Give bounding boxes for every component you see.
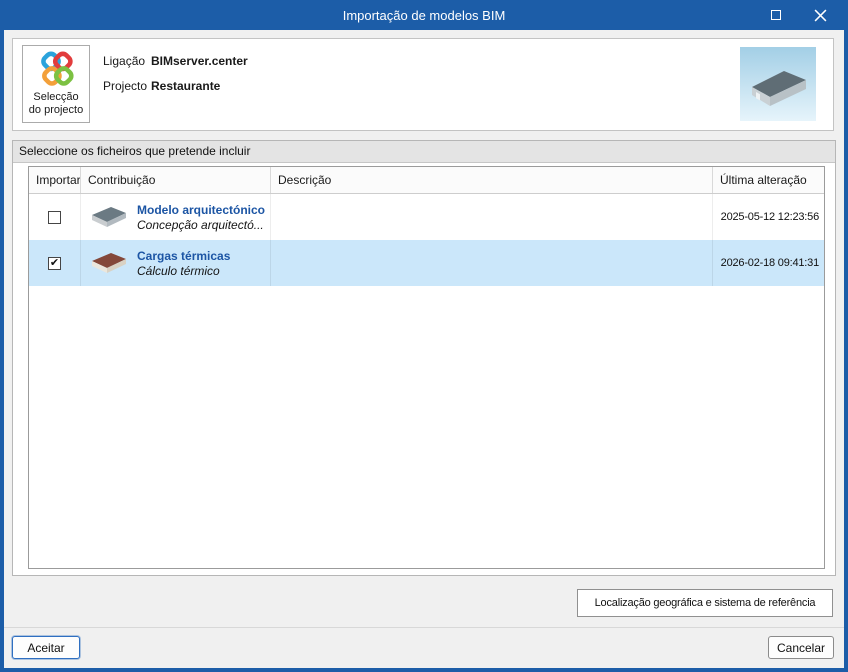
- contribution-name: Modelo arquitectónico: [137, 202, 266, 217]
- contribution-subtitle: Cálculo térmico: [137, 263, 220, 278]
- project-field: Projecto Restaurante: [103, 79, 220, 93]
- files-table: Importar Contribuição Descrição Última a…: [28, 166, 825, 569]
- titlebar[interactable]: Importação de modelos BIM: [0, 0, 848, 30]
- import-cell: ✔: [29, 240, 81, 286]
- column-header-import[interactable]: Importar: [29, 167, 81, 193]
- import-checkbox-checked[interactable]: ✔: [48, 256, 61, 270]
- contribution-subtitle: Concepção arquitectó...: [137, 217, 264, 232]
- close-icon: [814, 9, 826, 21]
- maximize-icon: [771, 10, 781, 20]
- connection-value: BIMserver.center: [151, 54, 248, 68]
- model-thumbnail: [740, 47, 816, 121]
- project-selection-button[interactable]: Selecção do projecto: [22, 45, 90, 123]
- window-controls: [754, 0, 842, 30]
- section-title: Seleccione os ficheiros que pretende inc…: [13, 141, 835, 163]
- project-panel: Selecção do projecto Ligação BIMserver.c…: [12, 38, 834, 131]
- contribution-text: Cargas térmicas Cálculo térmico: [137, 249, 230, 278]
- column-header-contribution[interactable]: Contribuição: [81, 167, 271, 193]
- bottom-separator: [4, 627, 844, 628]
- import-cell: [29, 194, 81, 240]
- cancel-button[interactable]: Cancelar: [768, 636, 834, 659]
- project-button-line2: do projecto: [28, 104, 84, 116]
- last-modified-cell: 2025-05-12 12:23:56: [720, 211, 820, 223]
- connection-label: Ligação: [103, 54, 146, 68]
- gray-slab-model-icon: [92, 206, 126, 227]
- column-header-last-modified[interactable]: Última alteração: [713, 167, 824, 193]
- table-header-row: Importar Contribuição Descrição Última a…: [29, 167, 824, 194]
- project-label: Projecto: [103, 79, 148, 93]
- project-value: Restaurante: [151, 79, 221, 93]
- building-model-thumbnail-icon: [740, 47, 816, 121]
- geo-location-button[interactable]: Localização geográfica e sistema de refe…: [577, 589, 833, 617]
- project-selection-button-label: Selecção do projecto: [29, 91, 83, 117]
- close-button[interactable]: [798, 0, 842, 30]
- contribution-text: Modelo arquitectónico Concepção arquitec…: [137, 203, 265, 232]
- description-cell: [271, 194, 713, 240]
- column-header-description[interactable]: Descrição: [271, 167, 713, 193]
- description-cell: [271, 240, 713, 286]
- table-row-architectural-model[interactable]: Modelo arquitectónico Concepção arquitec…: [29, 194, 824, 240]
- last-modified-cell: 2026-02-18 09:41:31: [720, 257, 820, 269]
- contribution-cell: Modelo arquitectónico Concepção arquitec…: [81, 194, 271, 240]
- contribution-cell: Cargas térmicas Cálculo térmico: [81, 240, 271, 286]
- import-checkbox-unchecked[interactable]: [48, 210, 61, 224]
- window-title: Importação de modelos BIM: [342, 7, 506, 23]
- project-button-line1: Selecção: [33, 91, 79, 103]
- contribution-name: Cargas térmicas: [137, 248, 231, 263]
- bimserver-center-logo-icon: [41, 51, 74, 86]
- connection-field: Ligação BIMserver.center: [103, 54, 248, 68]
- accept-button[interactable]: Aceitar: [12, 636, 80, 659]
- maximize-button[interactable]: [754, 0, 798, 30]
- table-row-thermal-loads[interactable]: ✔ Cargas térmicas Cálculo térmico 2026-0…: [29, 240, 824, 286]
- import-bim-models-dialog: Importação de modelos BIM Selecção do pr…: [0, 0, 848, 672]
- file-selection-group: Seleccione os ficheiros que pretende inc…: [12, 140, 836, 576]
- brown-slab-model-icon: [92, 252, 126, 273]
